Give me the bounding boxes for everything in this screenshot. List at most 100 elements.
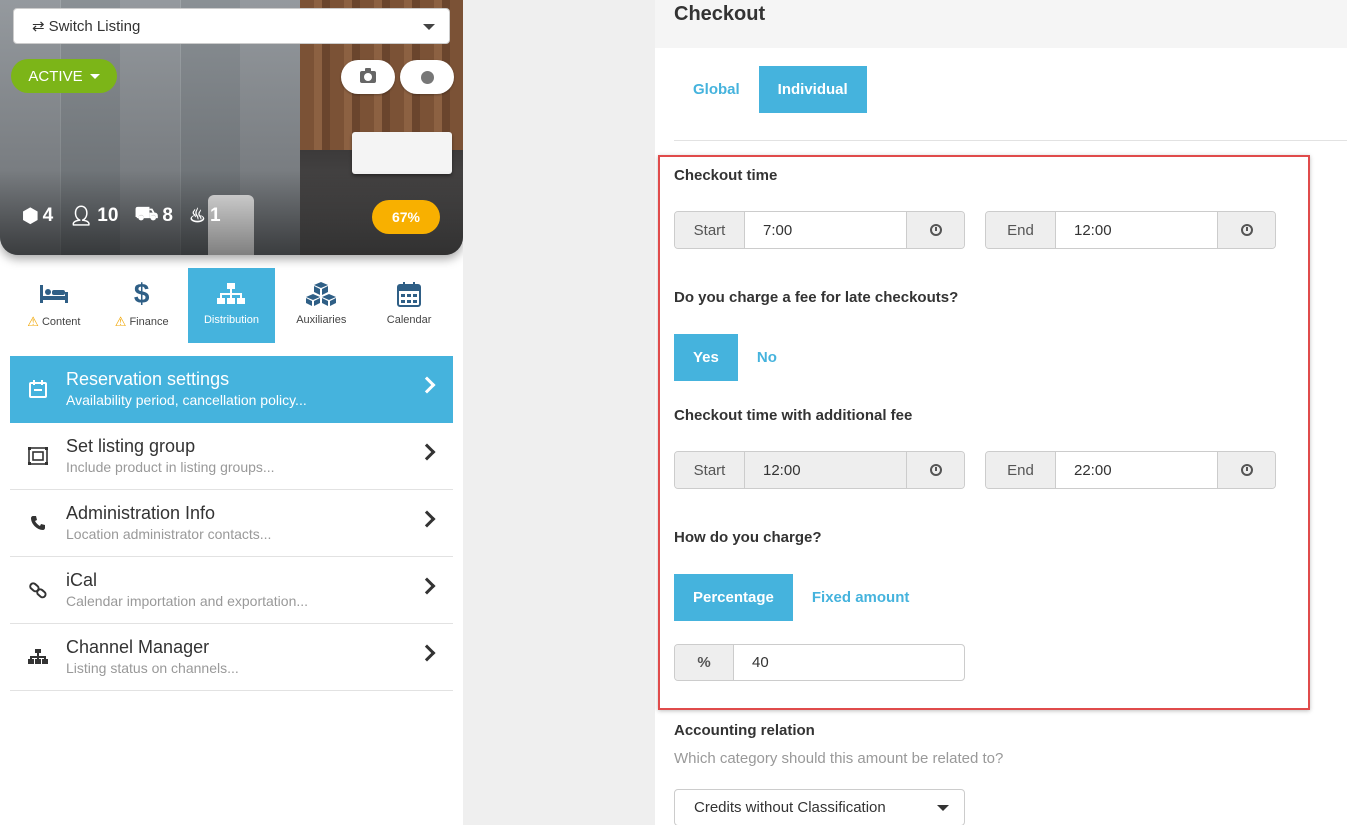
link-icon — [27, 579, 49, 601]
chevron-right-icon — [418, 443, 436, 461]
charge-method-question: How do you charge? — [674, 529, 822, 546]
stat-units: ⬢ 4 — [22, 205, 53, 228]
menu-item-title: Channel Manager — [66, 637, 210, 657]
page-title: Checkout — [674, 3, 766, 25]
clock-button[interactable] — [1217, 212, 1275, 248]
cube-icon: ⬢ — [22, 205, 39, 227]
late-fee-question: Do you charge a fee for late checkouts? — [674, 289, 959, 306]
cubes-icon — [305, 278, 337, 310]
menu-item-set-listing-group[interactable]: Set listing group Include product in lis… — [10, 423, 453, 490]
stat-guests: 👤︎ 10 — [69, 204, 118, 228]
charge-method-toggle: Percentage Fixed amount — [674, 574, 928, 621]
caret-down-icon — [89, 73, 100, 79]
user-icon: 👤︎ — [69, 206, 94, 227]
menu-item-reservation-settings[interactable]: Reservation settings Availability period… — [10, 356, 453, 423]
clock-button[interactable] — [1217, 452, 1275, 488]
tab-calendar-label: Calendar — [386, 314, 432, 326]
checkout-panel: Checkout Global Individual Checkout time… — [655, 0, 1347, 825]
calendar-icon — [27, 378, 49, 400]
tab-auxiliaries-label: Auxiliaries — [296, 314, 347, 326]
tab-individual[interactable]: Individual — [758, 66, 867, 113]
calendar-icon — [397, 278, 422, 310]
end-addon: End — [986, 212, 1056, 248]
accounting-relation-hint: Which category should this amount be rel… — [674, 750, 1004, 767]
bed-icon — [39, 278, 69, 310]
additional-fee-time-label: Checkout time with additional fee — [674, 407, 913, 424]
checkout-end-group: End 12:00 — [985, 211, 1276, 249]
tab-distribution[interactable]: Distribution — [187, 268, 276, 343]
tab-global[interactable]: Global — [674, 66, 759, 113]
listing-panel: ⇄ Switch Listing ACTIVE ⬢ 4 👤︎ 10 ⛟ 8 ♨ … — [0, 0, 463, 825]
percentage-button[interactable]: Percentage — [674, 574, 793, 621]
checkout-header: Checkout — [655, 0, 1347, 48]
menu-item-title: Set listing group — [66, 436, 196, 456]
checkout-start-input[interactable]: 7:00 — [745, 212, 906, 248]
caret-down-icon — [937, 805, 949, 811]
status-dropdown-button[interactable]: ACTIVE — [11, 59, 117, 93]
stat-baths: ♨ 1 — [189, 205, 221, 228]
menu-item-channel-manager[interactable]: Channel Manager Listing status on channe… — [10, 624, 453, 691]
stat-beds: ⛟ 8 — [134, 204, 172, 228]
menu-item-subtitle: Availability period, cancellation policy… — [66, 392, 307, 408]
exchange-icon: ⇄ — [32, 18, 45, 35]
chevron-right-icon — [418, 644, 436, 662]
clock-icon — [929, 464, 942, 476]
caret-down-icon — [423, 24, 435, 30]
tab-content[interactable]: ⚠ Content — [10, 268, 98, 343]
warning-icon: ⚠ — [114, 314, 127, 329]
tab-auxiliaries[interactable]: Auxiliaries — [277, 268, 365, 343]
status-label: ACTIVE — [28, 67, 83, 85]
website-button[interactable] — [400, 60, 454, 94]
dollar-icon: $ — [133, 278, 150, 309]
warning-icon: ⚠ — [27, 314, 39, 329]
divider — [674, 140, 1347, 141]
checkout-time-label: Checkout time — [674, 167, 778, 184]
globe-icon — [420, 70, 434, 84]
chevron-right-icon — [418, 376, 436, 394]
accounting-category-select[interactable]: Credits without Classification — [674, 789, 965, 825]
sitemap-icon — [217, 278, 246, 310]
tab-finance[interactable]: $ ⚠ Finance — [98, 268, 186, 343]
photos-button[interactable] — [341, 60, 395, 94]
clock-button[interactable] — [906, 452, 964, 488]
start-addon: Start — [675, 212, 745, 248]
menu-item-title: iCal — [66, 570, 98, 590]
late-fee-no-button[interactable]: No — [738, 334, 796, 381]
percentage-input[interactable]: 40 — [734, 645, 964, 680]
stat-guests-value: 10 — [97, 205, 119, 226]
checkout-end-input[interactable]: 12:00 — [1056, 212, 1217, 248]
checkout-start-group: Start 7:00 — [674, 211, 965, 249]
tab-finance-label: Finance — [129, 316, 169, 328]
fee-end-input[interactable]: 22:00 — [1056, 452, 1217, 488]
camera-icon — [360, 68, 376, 83]
late-fee-yes-button[interactable]: Yes — [674, 334, 738, 381]
menu-item-administration-info[interactable]: Administration Info Location administrat… — [10, 490, 453, 557]
chevron-right-icon — [418, 510, 436, 528]
clock-button[interactable] — [906, 212, 964, 248]
tab-calendar[interactable]: Calendar — [365, 268, 453, 343]
stat-beds-value: 8 — [162, 205, 173, 226]
distribution-menu: Reservation settings Availability period… — [10, 356, 453, 691]
fixed-amount-button[interactable]: Fixed amount — [793, 574, 929, 621]
end-addon: End — [986, 452, 1056, 488]
sitemap-icon — [27, 646, 49, 668]
menu-item-subtitle: Include product in listing groups... — [66, 459, 275, 475]
percentage-group: % 40 — [674, 644, 965, 681]
switch-listing-dropdown[interactable]: ⇄ Switch Listing — [13, 8, 450, 44]
bath-icon: ♨ — [188, 205, 206, 227]
tab-distribution-label: Distribution — [203, 314, 259, 326]
panel-gap — [463, 0, 655, 825]
mode-tabs: Global Individual — [674, 66, 867, 113]
menu-item-subtitle: Calendar importation and exportation... — [66, 593, 309, 609]
menu-item-ical[interactable]: iCal Calendar importation and exportatio… — [10, 557, 453, 624]
percent-addon: % — [675, 645, 734, 680]
fee-start-input: 12:00 — [745, 452, 906, 488]
phone-icon — [27, 512, 49, 534]
accounting-relation-label: Accounting relation — [674, 722, 815, 739]
menu-item-title: Reservation settings — [66, 369, 230, 389]
fee-end-group: End 22:00 — [985, 451, 1276, 489]
menu-item-title: Administration Info — [66, 503, 216, 523]
fee-start-group: Start 12:00 — [674, 451, 965, 489]
chevron-right-icon — [418, 577, 436, 595]
listing-nav-tabs: ⚠ Content $ ⚠ Finance Distribution Auxilia… — [10, 268, 453, 343]
